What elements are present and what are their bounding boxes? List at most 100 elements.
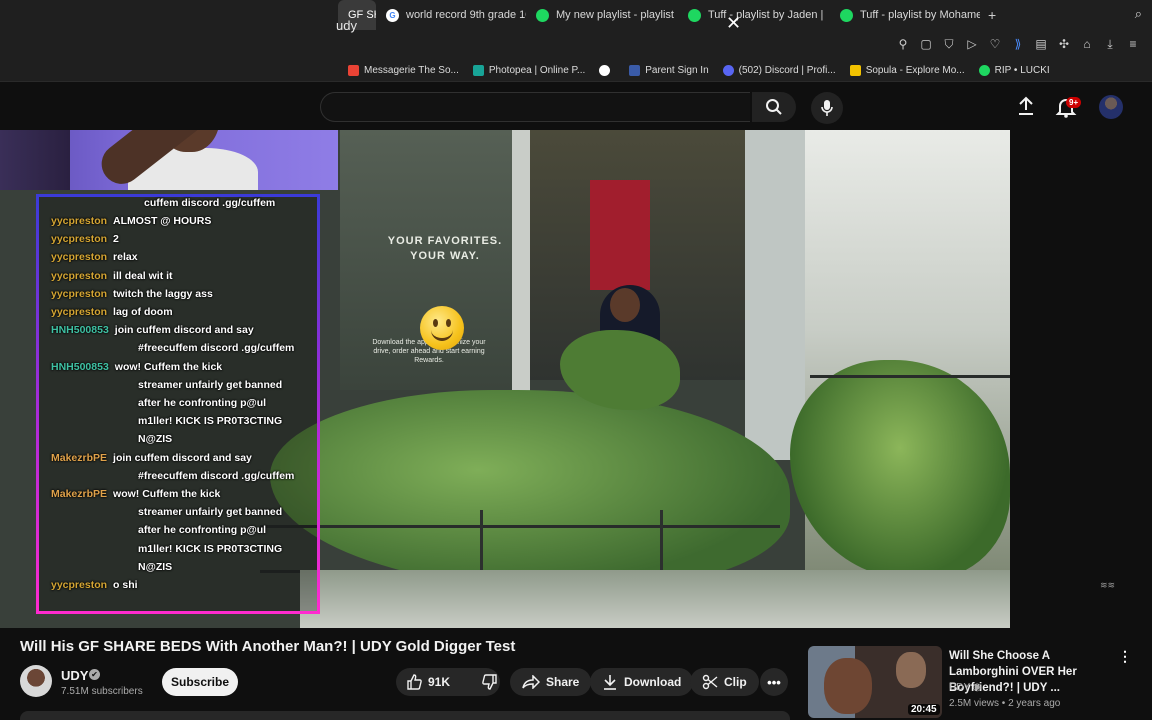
- channel-watermark-icon[interactable]: ≋≋: [1100, 580, 1115, 591]
- chat-username[interactable]: yycpreston: [51, 579, 107, 591]
- notification-count-badge: 9+: [1066, 97, 1082, 108]
- chat-message-continuation: N@ZIS: [138, 433, 173, 445]
- chat-username[interactable]: yycpreston: [51, 233, 107, 245]
- spotify-icon: [978, 65, 990, 76]
- chat-username[interactable]: yycpreston: [51, 215, 107, 227]
- chat-message: yycpreston 2: [51, 230, 119, 248]
- bookmark-photopea[interactable]: Photopea | Online P...: [472, 65, 585, 76]
- bookmark-gmail[interactable]: Messagerie The So...: [348, 65, 459, 76]
- recommended-channel[interactable]: UDY ◉: [949, 682, 981, 693]
- heart-icon[interactable]: ♡: [988, 37, 1002, 52]
- channel-name[interactable]: UDY: [61, 668, 88, 683]
- share-icon: [522, 675, 540, 689]
- search-button[interactable]: [752, 92, 796, 122]
- channel-avatar[interactable]: [20, 665, 52, 697]
- like-button[interactable]: 91K: [396, 668, 460, 696]
- storefront-pillar: [512, 130, 530, 430]
- browser-tab-bar: GF SHA Gworld record 9th grade 10 My new…: [0, 0, 1152, 30]
- create-upload-button[interactable]: [1015, 96, 1037, 121]
- download-icon[interactable]: ⤓: [1103, 37, 1117, 52]
- spotify-icon: [536, 8, 549, 22]
- recommended-video-meta: 2.5M views • 2 years ago: [949, 698, 1061, 709]
- download-label: Download: [624, 675, 682, 689]
- description-box[interactable]: [20, 711, 790, 720]
- chat-message: MakezrbPE wow! Cuffem the kick: [51, 485, 220, 503]
- clear-search-icon[interactable]: ✕: [726, 14, 741, 32]
- chat-username[interactable]: HNH500853: [51, 324, 109, 336]
- thumbs-up-icon: [407, 674, 422, 690]
- tab-label: Tuff - playlist by Mohame: [860, 9, 980, 21]
- chat-message: yycpreston ill deal wit it: [51, 267, 173, 285]
- bookmark-discord[interactable]: (502) Discord | Profi...: [722, 65, 836, 76]
- storefront-pillar: [745, 130, 805, 460]
- like-dislike-group: 91K: [396, 668, 500, 696]
- more-actions-button[interactable]: •••: [760, 668, 788, 696]
- bookmark-label: RIP • LUCKI: [994, 65, 1050, 76]
- download-button[interactable]: Download: [590, 668, 694, 696]
- bookmark-sopula[interactable]: Sopula - Explore Mo...: [849, 65, 965, 76]
- emoji-eye: [433, 319, 438, 327]
- chat-message-continuation: streamer unfairly get banned: [138, 506, 283, 518]
- window-icon[interactable]: ▢: [919, 37, 933, 52]
- chat-username[interactable]: HNH500853: [51, 361, 109, 373]
- clip-label: Clip: [724, 675, 747, 689]
- extension-icon[interactable]: ⟫: [1011, 37, 1025, 52]
- thumbnail-face: [824, 658, 872, 714]
- chat-text: o shi: [113, 579, 138, 591]
- share-button[interactable]: Share: [510, 668, 592, 696]
- dislike-button[interactable]: [472, 668, 508, 696]
- search-query-text[interactable]: udy: [336, 18, 357, 33]
- shield-icon[interactable]: ⛉: [942, 37, 956, 52]
- clip-button[interactable]: Clip: [690, 668, 759, 696]
- chat-username[interactable]: yycpreston: [51, 270, 107, 282]
- chat-text: 2: [113, 233, 119, 245]
- new-tab-button[interactable]: +: [980, 7, 1004, 23]
- tab-spotify-1[interactable]: My new playlist - playlist: [526, 0, 678, 30]
- smiley-face-icon: [420, 306, 464, 350]
- discord-icon: [722, 65, 734, 76]
- extension-icons: ⚲ ▢ ⛉ ▷ ♡ ⟫ ▤ ✣ ⌂ ⤓ ≡: [896, 37, 1140, 52]
- microphone-icon: [821, 100, 833, 116]
- fence-rail: [260, 525, 780, 528]
- account-avatar[interactable]: [1099, 95, 1123, 119]
- tab-spotify-2[interactable]: Tuff - playlist by Jaden |: [678, 0, 830, 30]
- tab-spotify-3[interactable]: Tuff - playlist by Mohame: [830, 0, 980, 30]
- chat-message: yycpreston relax: [51, 248, 138, 266]
- verified-check-icon: ◉: [972, 682, 982, 693]
- bookmark-parent-sign-in[interactable]: Parent Sign In: [629, 65, 709, 76]
- chat-username[interactable]: yycpreston: [51, 288, 107, 300]
- chat-username[interactable]: yycpreston: [51, 306, 107, 318]
- sign-line: YOUR FAVORITES.: [387, 235, 503, 247]
- chat-message-continuation: #freecuffem discord .gg/cuffem: [138, 342, 295, 354]
- menu-icon[interactable]: ≡: [1126, 37, 1140, 52]
- account-icon[interactable]: ⌂: [1080, 37, 1094, 52]
- play-icon[interactable]: ▷: [965, 37, 979, 52]
- chat-username[interactable]: yycpreston: [51, 251, 107, 263]
- verified-check-icon: ✔: [89, 669, 100, 680]
- bookmark-github[interactable]: [599, 65, 615, 76]
- chat-text: ill deal wit it: [113, 270, 173, 282]
- puzzle-icon[interactable]: ✣: [1057, 37, 1071, 52]
- download-icon: [604, 675, 616, 690]
- tab-search-icon[interactable]: ⌕: [1135, 6, 1142, 22]
- photopea-icon: [472, 65, 484, 76]
- chat-message: yycpreston lag of doom: [51, 303, 173, 321]
- chat-username[interactable]: MakezrbPE: [51, 452, 107, 464]
- chat-text: relax: [113, 251, 138, 263]
- pin-icon[interactable]: ⚲: [896, 37, 910, 52]
- bookmark-lucki[interactable]: RIP • LUCKI: [978, 65, 1050, 76]
- tab-google[interactable]: Gworld record 9th grade 10: [376, 0, 526, 30]
- subscribe-button[interactable]: Subscribe: [162, 668, 238, 696]
- search-input[interactable]: [320, 92, 750, 122]
- subscriber-count: 7.51M subscribers: [61, 686, 143, 697]
- bookmark-label: (502) Discord | Profi...: [738, 65, 836, 76]
- recommended-more-icon[interactable]: ⋮: [1118, 648, 1132, 665]
- reader-icon[interactable]: ▤: [1034, 37, 1048, 52]
- chat-username[interactable]: MakezrbPE: [51, 488, 107, 500]
- thumbs-down-icon: [482, 674, 497, 690]
- bookmark-label: Parent Sign In: [645, 65, 709, 76]
- screen: { "browser": { "tabs": [ {"label": "GF S…: [0, 0, 1152, 720]
- thumbnail-face: [896, 652, 926, 688]
- chat-message: yycpreston o shi: [51, 576, 138, 594]
- voice-search-button[interactable]: [811, 92, 843, 124]
